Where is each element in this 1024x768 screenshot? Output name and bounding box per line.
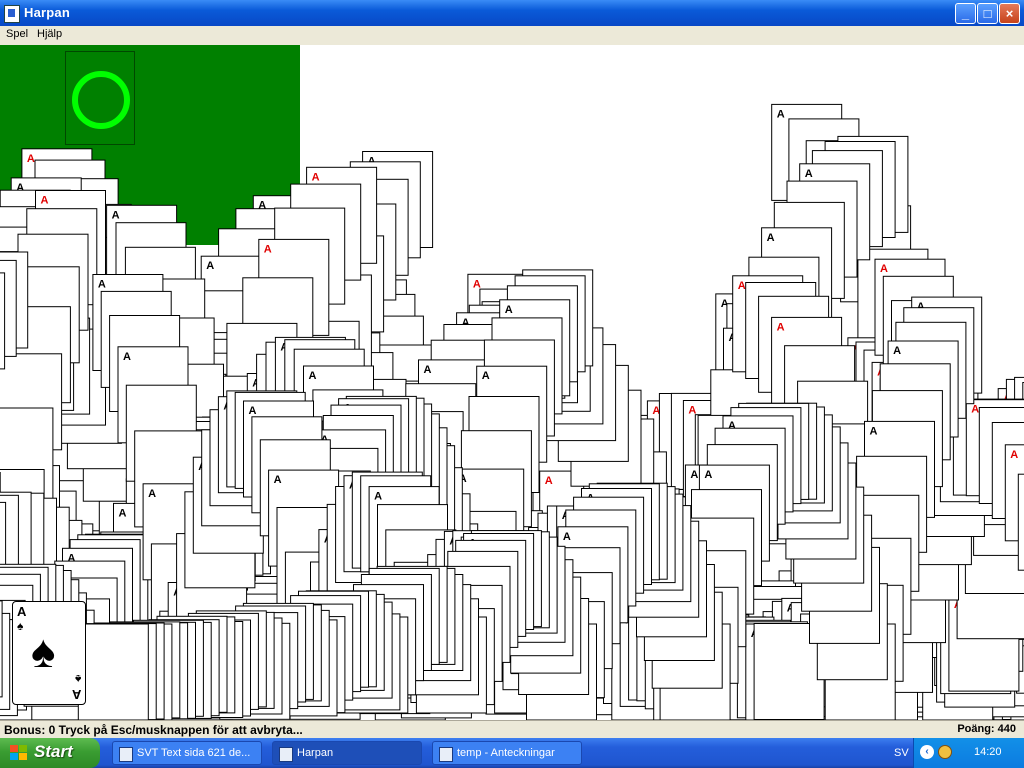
- windows-flag-icon: [10, 745, 28, 761]
- card-trail: [0, 272, 6, 370]
- card-corner-rank: A: [545, 475, 553, 487]
- maximize-button[interactable]: □: [977, 3, 998, 24]
- ace-of-spades-card: A ♠ ♠ ♠ A: [12, 601, 86, 705]
- card-corner-rank: A: [482, 370, 490, 382]
- bouncing-cards-animation: AAAAAAAAA AAAAAAAAAAAAAAAAAAAAAAAAAAAAAAA…: [0, 103, 1024, 720]
- status-bar: Bonus: 0 Tryck på Esc/musknappen för att…: [0, 720, 1024, 738]
- card-corner-rank: A: [971, 404, 979, 416]
- menu-hjalp[interactable]: Hjälp: [37, 28, 62, 40]
- close-button[interactable]: ×: [999, 3, 1020, 24]
- card-trail: [1017, 473, 1024, 571]
- card-corner-rank: A: [123, 351, 131, 363]
- card-trail: [77, 623, 149, 720]
- task-harpan[interactable]: Harpan: [272, 741, 422, 765]
- task-label: Harpan: [297, 747, 334, 759]
- title-bar[interactable]: Harpan _ □ ×: [0, 0, 1024, 26]
- card-corner-rank: A: [424, 364, 432, 376]
- card-corner-rank: A: [249, 405, 257, 417]
- card-corner-rank: A: [880, 263, 888, 275]
- card-corner-rank: A: [893, 345, 901, 357]
- card-corner-rank: A: [112, 209, 120, 221]
- system-tray: SV ‹ 14:20: [894, 738, 1024, 768]
- card-rank-top: A: [17, 604, 27, 619]
- minimize-button[interactable]: _: [955, 3, 976, 24]
- card-corner-rank: A: [27, 153, 35, 165]
- card-corner-rank: A: [505, 304, 513, 316]
- card-corner-rank: A: [374, 491, 382, 503]
- clock: 14:20: [974, 746, 1002, 758]
- card-corner-rank: A: [309, 370, 317, 382]
- card-corner-rank: A: [312, 171, 320, 183]
- start-label: Start: [34, 742, 73, 761]
- task-label: temp - Anteckningar: [457, 747, 555, 759]
- start-button[interactable]: Start: [0, 738, 100, 768]
- card-corner-rank: A: [473, 278, 481, 290]
- card-corner-rank: A: [777, 108, 785, 120]
- card-corner-rank: A: [98, 279, 106, 291]
- card-corner-rank: A: [206, 260, 214, 272]
- globe-icon[interactable]: [938, 745, 952, 759]
- card-corner-rank: A: [690, 469, 698, 481]
- card-corner-rank: A: [119, 507, 127, 519]
- tray-arrow-icon[interactable]: ‹: [920, 745, 934, 759]
- harpan-app-icon: [4, 5, 20, 23]
- card-corner-rank: A: [41, 195, 49, 207]
- task-notepad[interactable]: temp - Anteckningar: [432, 741, 582, 765]
- notepad-icon: [439, 747, 453, 762]
- card-corner-rank: A: [738, 280, 746, 292]
- browser-icon: [119, 747, 133, 762]
- card-corner-rank: A: [563, 531, 571, 543]
- task-label: SVT Text sida 621 de...: [137, 747, 251, 759]
- status-message: Bonus: 0 Tryck på Esc/musknappen för att…: [4, 723, 303, 737]
- harpan-app-icon: [279, 747, 293, 762]
- card-corner-rank: A: [870, 425, 878, 437]
- card-trail: [0, 600, 3, 698]
- menu-bar: Spel Hjälp: [0, 26, 1024, 45]
- card-corner-rank: A: [274, 474, 282, 486]
- card-corner-rank: A: [767, 232, 775, 244]
- task-svt-text[interactable]: SVT Text sida 621 de...: [112, 741, 262, 765]
- card-corner-rank: A: [777, 321, 785, 333]
- taskbar: Start SVT Text sida 621 de... Harpan tem…: [0, 738, 1024, 768]
- card-corner-rank: A: [148, 488, 156, 500]
- window-title: Harpan: [24, 5, 70, 20]
- card-corner-rank: A: [264, 243, 272, 255]
- card-corner-rank: A: [1010, 449, 1018, 461]
- card-trails: AAAAAAAAA AAAAAAAAAAAAAAAAAAAAAAAAAAAAAAA…: [0, 103, 1024, 720]
- score-display: Poäng: 440: [957, 723, 1016, 735]
- game-board[interactable]: AAAAAAAAAAAAAAAAAAAAAAAAAAAAAAAAAAAAAAAA…: [0, 45, 1024, 720]
- card-suit-bottom: ♠: [74, 672, 81, 686]
- spade-icon: ♠: [31, 625, 56, 677]
- card-suit-top: ♠: [17, 619, 24, 633]
- card-corner-rank: A: [704, 469, 712, 481]
- card-corner-rank: A: [805, 168, 813, 180]
- card-rank-bottom: A: [71, 687, 81, 702]
- menu-spel[interactable]: Spel: [6, 28, 28, 40]
- language-indicator[interactable]: SV: [894, 747, 909, 759]
